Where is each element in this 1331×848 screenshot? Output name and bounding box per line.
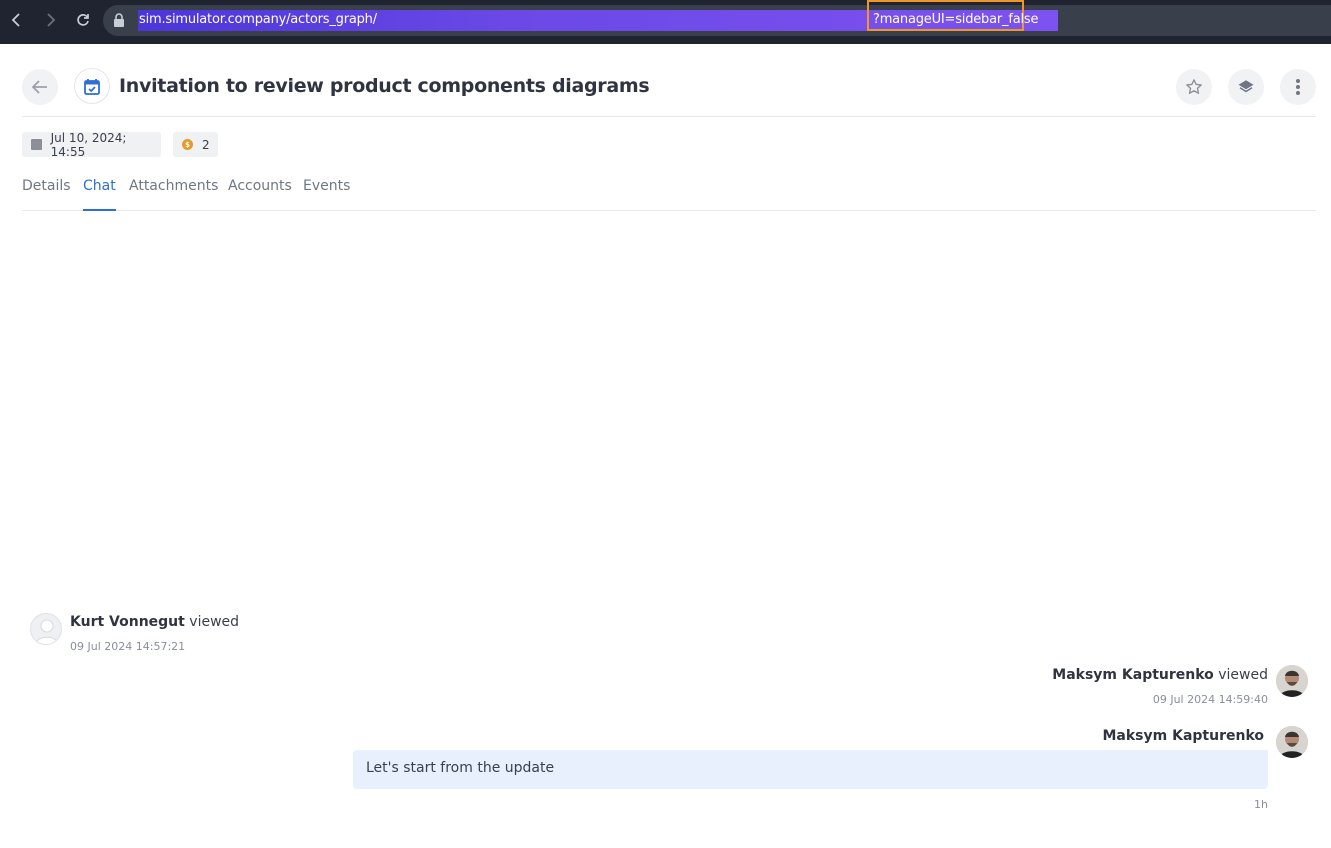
url-text: sim.simulator.company/actors_graph/: [139, 12, 377, 27]
user-photo-icon: [1276, 665, 1308, 697]
coins-value: 2: [202, 137, 210, 152]
tab-bar: Details Chat Attachments Accounts Events: [22, 178, 1316, 211]
message-author: Maksym Kapturenko: [1102, 728, 1264, 744]
layers-icon: [1238, 80, 1254, 93]
browser-toolbar: sim.simulator.company/actors_graph/ ?man…: [0, 0, 1331, 44]
avatar[interactable]: [30, 613, 62, 645]
date-value: Jul 10, 2024; 14:55: [50, 130, 127, 159]
calendar-check-icon: [84, 78, 100, 95]
url-param-text: ?manageUI=sidebar_false: [873, 12, 1039, 27]
event-type-badge: [74, 68, 110, 104]
more-options-button[interactable]: [1280, 69, 1316, 105]
chat-event-action: viewed: [1218, 667, 1268, 683]
calendar-icon: [31, 139, 42, 150]
address-bar[interactable]: sim.simulator.company/actors_graph/ ?man…: [103, 0, 1331, 36]
chat-event-action: viewed: [189, 614, 240, 630]
browser-back-icon[interactable]: [6, 10, 26, 30]
lock-icon: [114, 13, 124, 27]
tab-chat[interactable]: Chat: [83, 178, 116, 211]
chat-event-time: 09 Jul 2024 14:57:21: [70, 640, 186, 653]
tab-details[interactable]: Details: [22, 178, 71, 211]
user-photo-icon: [1276, 726, 1308, 758]
chat-event-text: Maksym Kapturenko viewed: [1052, 667, 1268, 683]
star-icon: [1186, 79, 1202, 94]
user-placeholder-icon: [35, 619, 59, 644]
message-bubble[interactable]: Let's start from the update: [353, 750, 1268, 789]
chat-event-author[interactable]: Maksym Kapturenko: [1052, 667, 1214, 683]
avatar[interactable]: [1276, 726, 1308, 758]
date-chip: Jul 10, 2024; 14:55: [22, 130, 161, 159]
coins-chip: $ 2: [173, 132, 218, 157]
chat-event-author[interactable]: Kurt Vonnegut: [70, 614, 185, 630]
more-vertical-icon: [1296, 79, 1300, 95]
message-age: 1h: [1254, 798, 1268, 811]
chat-event-text: Kurt Vonnegut viewed: [70, 614, 239, 630]
back-button[interactable]: [22, 69, 58, 105]
page-top-edge: [0, 44, 1331, 48]
arrow-left-icon: [32, 80, 47, 94]
browser-forward-icon[interactable]: [41, 10, 61, 30]
avatar[interactable]: [1276, 665, 1308, 697]
tab-accounts[interactable]: Accounts: [228, 178, 292, 211]
tab-attachments[interactable]: Attachments: [129, 178, 218, 211]
coin-icon: $: [182, 139, 193, 150]
page-title: Invitation to review product components …: [119, 75, 650, 97]
favorite-button[interactable]: [1176, 69, 1212, 105]
message-text: Let's start from the update: [366, 760, 555, 776]
tab-events[interactable]: Events: [303, 178, 350, 211]
chat-event-time: 09 Jul 2024 14:59:40: [1152, 693, 1268, 706]
layers-button[interactable]: [1228, 69, 1264, 105]
page-header: Invitation to review product components …: [22, 66, 1316, 117]
browser-reload-icon[interactable]: [73, 10, 93, 30]
